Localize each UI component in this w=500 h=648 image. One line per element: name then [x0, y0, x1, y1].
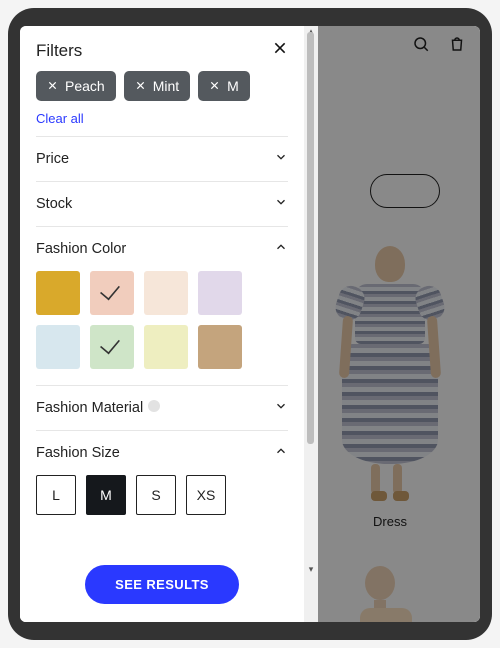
chevron-down-icon — [274, 150, 288, 168]
bag-icon[interactable] — [448, 35, 466, 58]
info-icon[interactable] — [148, 400, 160, 412]
swatch-peach[interactable] — [90, 271, 134, 315]
filters-drawer: Filters Peach Mint M Clea — [20, 26, 304, 622]
filter-chip-peach[interactable]: Peach — [36, 71, 116, 101]
chip-label: Peach — [65, 78, 105, 94]
swatch-mint[interactable] — [90, 325, 134, 369]
active-filter-chips: Peach Mint M — [20, 71, 304, 109]
scroll-down-icon[interactable]: ▾ — [306, 564, 316, 574]
tablet-frame: Dress ▴ ▾ Filters Peach — [8, 8, 492, 640]
filter-pill-outline — [370, 174, 440, 208]
size-m[interactable]: M — [86, 475, 126, 515]
see-results-button[interactable]: SEE RESULTS — [85, 565, 239, 604]
close-icon[interactable] — [272, 40, 288, 61]
product-image-partial — [360, 566, 400, 614]
section-label: Fashion Material — [36, 400, 160, 416]
swatch-paleblue[interactable] — [36, 325, 80, 369]
chevron-down-icon — [274, 195, 288, 213]
swatch-mustard[interactable] — [36, 271, 80, 315]
filter-chip-m[interactable]: M — [198, 71, 250, 101]
chip-remove-icon[interactable] — [47, 78, 58, 94]
section-label: Price — [36, 151, 69, 167]
chip-remove-icon[interactable] — [209, 78, 220, 94]
drawer-footer: SEE RESULTS — [20, 553, 304, 622]
chip-label: M — [227, 78, 239, 94]
chevron-up-icon — [274, 444, 288, 462]
scroll-thumb[interactable] — [307, 32, 314, 444]
section-label: Fashion Size — [36, 445, 120, 461]
swatch-cream[interactable] — [144, 271, 188, 315]
size-l[interactable]: L — [36, 475, 76, 515]
filter-chip-mint[interactable]: Mint — [124, 71, 190, 101]
chip-remove-icon[interactable] — [135, 78, 146, 94]
swatch-tan[interactable] — [198, 325, 242, 369]
section-toggle-material[interactable]: Fashion Material — [36, 386, 288, 430]
section-toggle-color[interactable]: Fashion Color — [36, 227, 288, 271]
swatch-butter[interactable] — [144, 325, 188, 369]
chevron-up-icon — [274, 240, 288, 258]
drawer-scrollbar[interactable]: ▴ ▾ — [304, 26, 318, 622]
screen: Dress ▴ ▾ Filters Peach — [20, 26, 480, 622]
size-xs[interactable]: XS — [186, 475, 226, 515]
section-label: Stock — [36, 196, 72, 212]
size-options: L M S XS — [36, 475, 288, 533]
clear-all-link[interactable]: Clear all — [20, 109, 304, 136]
section-toggle-size[interactable]: Fashion Size — [36, 431, 288, 475]
chevron-down-icon — [274, 399, 288, 417]
product-card[interactable]: Dress — [320, 246, 460, 529]
product-title: Dress — [320, 514, 460, 529]
filters-title: Filters — [36, 41, 82, 61]
size-s[interactable]: S — [136, 475, 176, 515]
chip-label: Mint — [153, 78, 179, 94]
search-icon[interactable] — [412, 35, 430, 58]
section-toggle-price[interactable]: Price — [36, 137, 288, 181]
product-image — [340, 246, 440, 506]
section-label: Fashion Color — [36, 241, 126, 257]
color-swatches — [36, 271, 288, 385]
section-toggle-stock[interactable]: Stock — [36, 182, 288, 226]
swatch-lilac[interactable] — [198, 271, 242, 315]
